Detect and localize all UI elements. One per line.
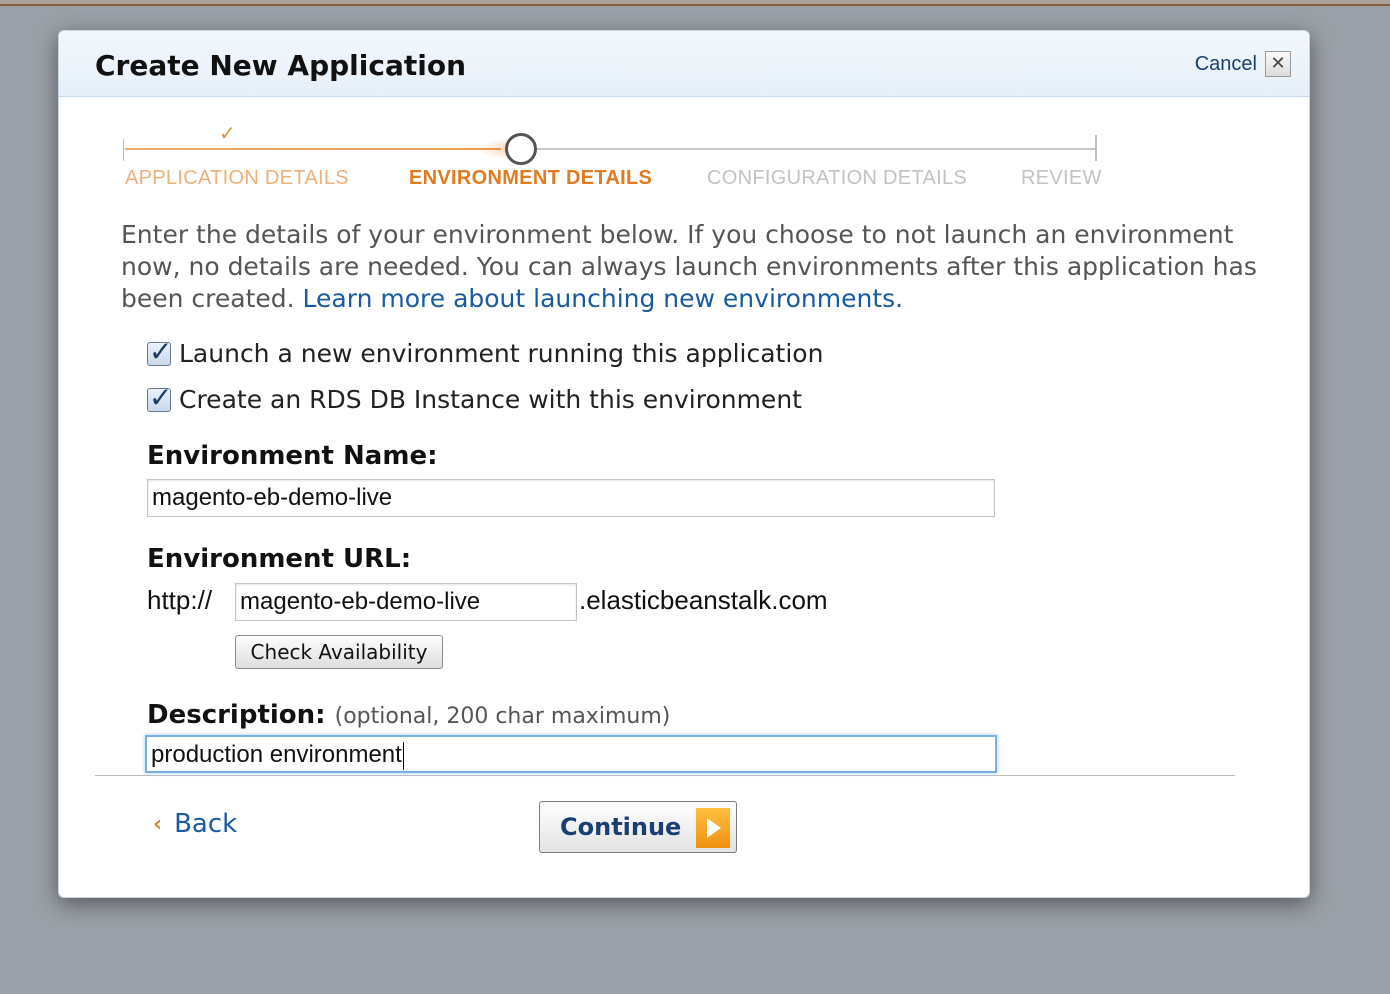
launch-environment-option[interactable]: Launch a new environment running this ap… [147,335,824,368]
wizard-progress: ✓ APPLICATION DETAILS ENVIRONMENT DETAIL… [121,121,1102,199]
description-input[interactable]: production environment [145,735,997,773]
progress-start-tick [123,139,124,161]
dialog-title: Create New Application [95,49,466,82]
dialog-header: Create New Application Cancel ✕ [59,31,1309,97]
step-configuration-details: CONFIGURATION DETAILS [707,167,968,189]
cancel-link[interactable]: Cancel [1195,53,1257,76]
launch-environment-checkbox[interactable] [147,335,172,368]
back-link[interactable]: ‹ Back [153,809,237,839]
create-rds-label: Create an RDS DB Instance with this envi… [179,385,802,414]
progress-line-complete [125,148,501,150]
step-review: REVIEW [1021,167,1102,189]
step-application-details: APPLICATION DETAILS [125,167,349,189]
environment-name-input[interactable]: magento-eb-demo-live [147,479,995,517]
environment-url-input[interactable]: magento-eb-demo-live [235,583,577,621]
environment-name-label: Environment Name: [147,441,438,471]
continue-button[interactable]: Continue [539,801,737,853]
environment-url-label: Environment URL: [147,544,412,574]
back-label: Back [174,809,238,839]
url-suffix: .elasticbeanstalk.com [579,585,828,615]
play-arrow-icon [696,808,730,848]
step-complete-check-icon: ✓ [219,121,236,145]
cancel-group: Cancel ✕ [1195,51,1291,77]
launch-environment-label: Launch a new environment running this ap… [179,339,824,368]
description-hint: (optional, 200 char maximum) [334,704,671,729]
text-caret [402,741,404,770]
step-environment-details: ENVIRONMENT DETAILS [409,167,653,189]
progress-line-pending [535,148,1097,150]
top-border [0,0,1390,6]
check-availability-button[interactable]: Check Availability [235,635,443,669]
continue-label: Continue [560,813,682,841]
create-rds-checkbox[interactable] [147,381,172,414]
progress-end-tick [1095,135,1097,161]
description-value: production environment [151,741,402,768]
current-step-circle-icon [505,133,537,165]
chevron-left-icon: ‹ [153,811,163,837]
close-icon[interactable]: ✕ [1265,51,1291,77]
url-prefix: http:// [147,585,213,615]
learn-more-link[interactable]: Learn more about launching new environme… [303,284,904,313]
description-label: Description: [147,700,326,730]
intro-text: Enter the details of your environment be… [121,219,1271,315]
create-application-dialog: Create New Application Cancel ✕ ✓ APPLIC… [58,30,1310,898]
footer-divider [95,775,1235,776]
create-rds-option[interactable]: Create an RDS DB Instance with this envi… [147,381,802,414]
description-label-group: Description: (optional, 200 char maximum… [147,700,670,730]
